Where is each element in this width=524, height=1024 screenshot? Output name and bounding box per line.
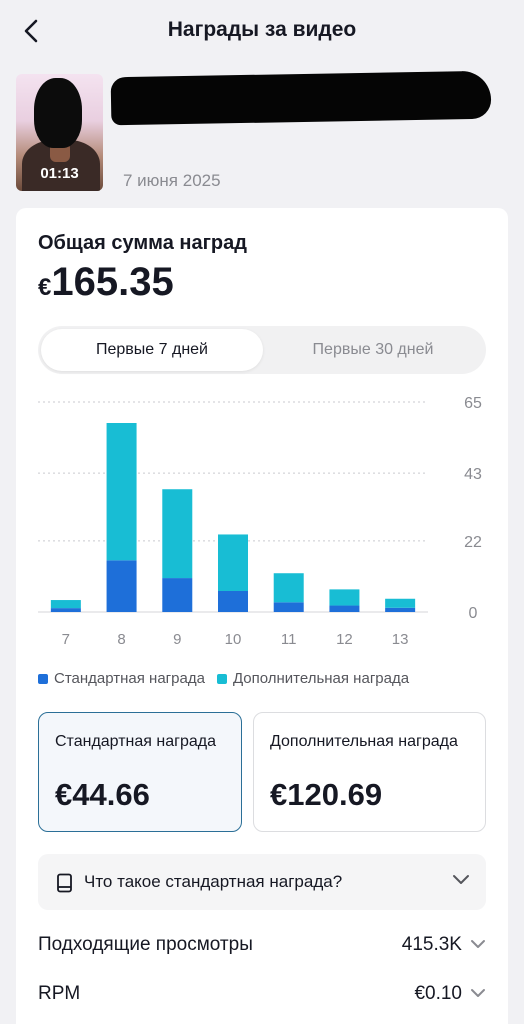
legend-swatch-standard xyxy=(38,673,48,684)
standard-reward-faq[interactable]: Что такое стандартная награда? xyxy=(38,854,486,910)
video-row: 01:13 7 июня 2025 xyxy=(16,70,508,194)
x-tick-label: 10 xyxy=(225,631,242,648)
period-tabs: Первые 7 дней Первые 30 дней xyxy=(38,326,486,374)
total-rewards-label: Общая сумма наград xyxy=(38,232,247,254)
bar-standard xyxy=(106,560,137,612)
bar-extra xyxy=(162,489,193,579)
rewards-card: Общая сумма наград €165.35 Первые 7 дней… xyxy=(16,208,508,1024)
currency-symbol: € xyxy=(38,274,52,301)
total-rewards-amount: €165.35 xyxy=(38,260,174,305)
y-tick-label: 22 xyxy=(464,534,482,551)
x-tick-label: 8 xyxy=(117,631,125,648)
x-tick-label: 13 xyxy=(392,631,409,648)
x-tick-label: 12 xyxy=(336,631,353,648)
standard-reward-label: Стандартная награда xyxy=(55,733,216,750)
rpm-value: €0.10 xyxy=(414,983,462,1004)
rewards-chart: 65 43 22 0 7 8 9 10 11 12 13 xyxy=(38,395,482,648)
bar-standard xyxy=(50,608,81,612)
y-tick-label: 43 xyxy=(464,466,482,483)
bar-extra xyxy=(50,600,81,609)
chart-legend: Стандартная награда Дополнительная награ… xyxy=(38,670,409,687)
bar-extra xyxy=(106,423,137,561)
bar-standard xyxy=(385,607,416,612)
video-duration: 01:13 xyxy=(40,165,79,182)
legend-item-extra: Дополнительная награда xyxy=(216,670,410,687)
eligible-views-label: Подходящие просмотры xyxy=(38,934,253,955)
legend-label-standard: Стандартная награда xyxy=(54,670,205,687)
bar-standard xyxy=(329,605,360,612)
book-icon xyxy=(57,873,72,893)
eligible-views-value: 415.3K xyxy=(401,934,462,955)
x-tick-label: 11 xyxy=(281,631,297,648)
extra-reward-box[interactable]: Дополнительная награда €120.69 xyxy=(253,712,486,832)
bar-extra xyxy=(273,573,304,603)
page-title: Награды за видео xyxy=(167,18,357,41)
thumbnail-figure-head xyxy=(34,78,82,148)
tab-first-30-days[interactable]: Первые 30 дней xyxy=(263,329,483,371)
rpm-label: RPM xyxy=(38,983,81,1004)
rpm-row[interactable]: RPM €0.10 xyxy=(38,983,486,1013)
legend-label-extra: Дополнительная награда xyxy=(232,670,410,687)
redacted-video-title xyxy=(110,70,492,126)
bar-extra xyxy=(385,598,416,608)
bar-extra xyxy=(218,534,248,591)
y-tick-label: 65 xyxy=(464,395,482,412)
header: Награды за видео xyxy=(0,0,524,62)
bar-standard xyxy=(273,602,304,612)
bar-standard xyxy=(162,578,193,612)
chevron-down-icon xyxy=(471,940,485,948)
faq-label: Что такое стандартная награда? xyxy=(84,872,343,891)
y-tick-label: 0 xyxy=(469,605,478,622)
video-date: 7 июня 2025 xyxy=(123,171,221,190)
chevron-down-icon xyxy=(471,989,485,997)
extra-reward-amount: €120.69 xyxy=(270,777,383,812)
video-thumbnail[interactable]: 01:13 xyxy=(16,74,103,191)
standard-reward-box[interactable]: Стандартная награда €44.66 xyxy=(38,712,242,832)
bar-standard xyxy=(218,591,248,612)
chevron-down-icon xyxy=(453,875,469,884)
standard-reward-amount: €44.66 xyxy=(55,777,150,812)
eligible-views-row[interactable]: Подходящие просмотры 415.3K xyxy=(38,934,486,964)
x-tick-label: 7 xyxy=(62,631,70,648)
bar-extra xyxy=(329,589,360,606)
legend-item-standard: Стандартная награда xyxy=(38,670,205,687)
total-value: 165.35 xyxy=(51,260,174,304)
extra-reward-label: Дополнительная награда xyxy=(270,733,458,750)
x-tick-label: 9 xyxy=(173,631,181,648)
tab-first-7-days[interactable]: Первые 7 дней xyxy=(41,329,263,371)
legend-swatch-extra xyxy=(216,673,227,684)
